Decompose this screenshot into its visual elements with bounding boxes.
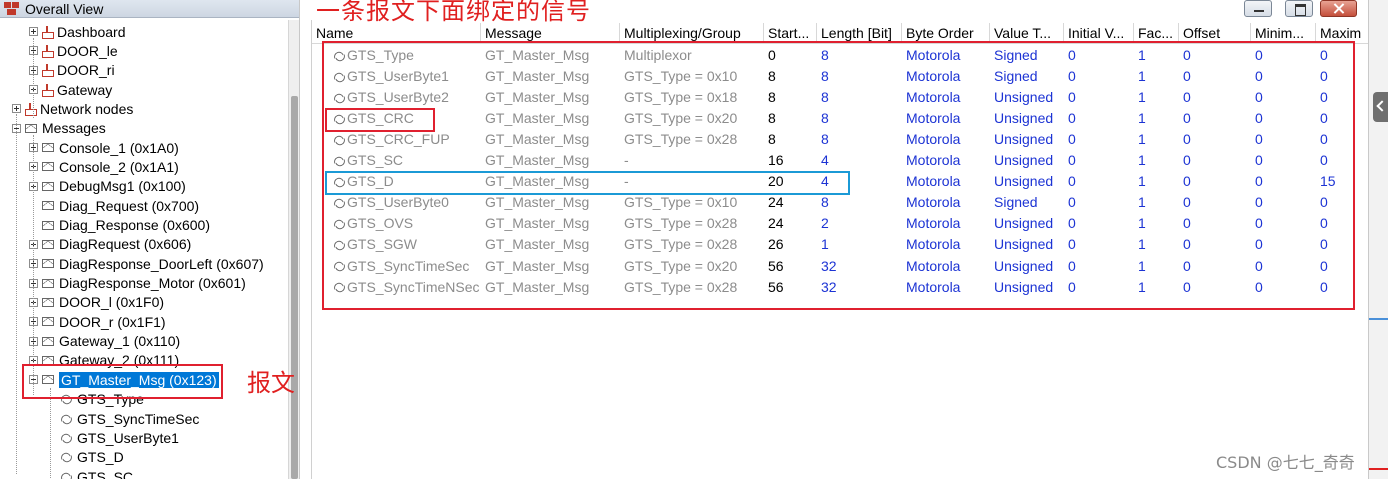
column-header[interactable]: Length [Bit] (817, 23, 902, 43)
tree-item-label: DOOR_ri (57, 62, 115, 79)
tree-guide-line (16, 114, 17, 474)
tree-item[interactable]: DOOR_le (29, 41, 118, 60)
message-icon (42, 201, 54, 211)
maximize-button[interactable] (1285, 0, 1313, 17)
column-header[interactable]: Fac... (1134, 23, 1179, 43)
column-header[interactable]: Maxim (1316, 23, 1368, 43)
tree-item[interactable]: DiagResponse_Motor (0x601) (29, 274, 246, 293)
message-icon (42, 317, 54, 327)
tree-item-label: DOOR_r (0x1F1) (59, 313, 166, 330)
tree-item-label: DebugMsg1 (0x100) (59, 178, 186, 195)
tree-item[interactable]: Console_1 (0x1A0) (29, 138, 179, 157)
message-icon (42, 143, 54, 153)
tree-panel: Overall View Dashboard DOOR_le DOOR_ri Gate… (0, 0, 300, 479)
tree-item-label: DiagResponse_DoorLeft (0x607) (59, 255, 264, 272)
annotation-box-gts-crc (325, 108, 435, 132)
tree-item[interactable]: GTS_SyncTimeSec (46, 409, 199, 428)
column-header[interactable]: Start... (764, 23, 817, 43)
tree-guide-line (50, 388, 51, 478)
tree-item-label: Gateway_1 (0x110) (59, 333, 181, 350)
tree-item-label: DOOR_l (0x1F0) (59, 294, 165, 311)
message-icon (42, 278, 54, 288)
tree-item-label: Dashboard (57, 23, 126, 40)
tree-item-label: DiagResponse_Motor (0x601) (59, 275, 246, 292)
column-header[interactable]: Initial V... (1064, 23, 1134, 43)
annotation-box-gts-d (325, 171, 850, 195)
tree-item-label: Diag_Request (0x700) (59, 197, 200, 214)
tree-item-label: GTS_UserByte1 (77, 429, 179, 446)
tree-item[interactable]: GTS_UserByte1 (46, 428, 179, 447)
tree-item[interactable]: GTS_SC (46, 467, 133, 479)
ecu-icon (42, 25, 54, 39)
annotation-box-message (22, 364, 223, 399)
minimize-button[interactable] (1244, 0, 1272, 17)
tree-item-label: GTS_D (77, 449, 124, 466)
tree-item[interactable]: Diag_Request (0x700) (29, 196, 199, 215)
tree-item-label: GTS_SC (77, 468, 134, 479)
tree-item[interactable]: Console_2 (0x1A1) (29, 157, 179, 176)
tree-item[interactable]: DOOR_l (0x1F0) (29, 293, 164, 312)
expand-icon[interactable] (12, 104, 21, 114)
column-header[interactable]: Byte Order (902, 23, 990, 43)
column-header[interactable]: Message (481, 23, 620, 43)
signal-icon (59, 414, 72, 424)
annotation-message-label: 报文 (247, 369, 295, 397)
tree-item[interactable]: DiagRequest (0x606) (29, 235, 191, 254)
signal-icon (59, 472, 72, 479)
tree-item-label: Gateway (57, 81, 113, 98)
message-icon (42, 239, 54, 249)
tree-item[interactable]: Network nodes (12, 99, 133, 118)
tree-item[interactable]: DebugMsg1 (0x100) (29, 177, 186, 196)
side-strip (1368, 0, 1388, 479)
tree-item[interactable]: DOOR_r (0x1F1) (29, 312, 166, 331)
tree-item-label: Network nodes (40, 100, 134, 117)
expand-icon[interactable] (29, 27, 38, 36)
strip-divider (1369, 318, 1388, 320)
tree-item[interactable]: Messages (12, 119, 106, 138)
tree-item-label: DiagRequest (0x606) (59, 236, 192, 253)
ecu-icon (42, 64, 54, 78)
tree-item[interactable]: DOOR_ri (29, 61, 115, 80)
tree-item-label: DOOR_le (57, 42, 118, 59)
signal-icon (59, 433, 72, 443)
column-header[interactable]: Multiplexing/Group (620, 23, 764, 43)
watermark: CSDN @七七_奇奇 (1216, 453, 1355, 472)
message-icon (42, 336, 54, 346)
close-button[interactable] (1320, 0, 1357, 17)
tree-guide-line (33, 38, 34, 118)
tree-item[interactable]: GTS_D (46, 448, 124, 467)
message-icon (42, 162, 54, 172)
column-header[interactable]: Name (312, 23, 481, 43)
panel-title: Overall View (25, 0, 104, 17)
tree-item-label: Messages (42, 120, 106, 137)
tree-item[interactable]: Diag_Response (0x600) (29, 216, 210, 235)
column-header[interactable]: Value T... (990, 23, 1064, 43)
tree-item-label: Console_2 (0x1A1) (59, 158, 179, 175)
collapse-arrow-icon[interactable] (1373, 92, 1388, 122)
message-icon (25, 123, 37, 133)
tree-item-label: Diag_Response (0x600) (59, 217, 210, 233)
message-icon (42, 181, 54, 191)
tree-item-label: Console_1 (0x1A0) (59, 139, 179, 156)
ecu-icon (42, 83, 54, 97)
tree-item[interactable]: DiagResponse_DoorLeft (0x607) (29, 254, 264, 273)
tree-item-label: GTS_SyncTimeSec (77, 410, 200, 427)
message-icon (42, 259, 54, 269)
tree-scrollbar[interactable] (288, 20, 299, 479)
column-header[interactable]: Minim... (1251, 23, 1316, 43)
overall-view-icon (4, 1, 20, 16)
panel-titlebar: Overall View (0, 0, 299, 18)
tree-item[interactable]: Gateway_1 (0x110) (29, 332, 180, 351)
message-icon (42, 297, 54, 307)
ecu-icon (42, 44, 54, 58)
tree-guide-line (33, 135, 34, 395)
column-header[interactable]: Offset (1179, 23, 1251, 43)
strip-divider-red (1369, 468, 1388, 470)
signal-icon (59, 452, 72, 462)
annotation-signals-label: 一条报文下面绑定的信号 (316, 0, 591, 25)
message-icon (42, 220, 54, 230)
tree-scrollbar-thumb[interactable] (291, 96, 298, 479)
tree-item[interactable]: Dashboard (29, 22, 126, 41)
tree-item[interactable]: Gateway (29, 80, 112, 99)
